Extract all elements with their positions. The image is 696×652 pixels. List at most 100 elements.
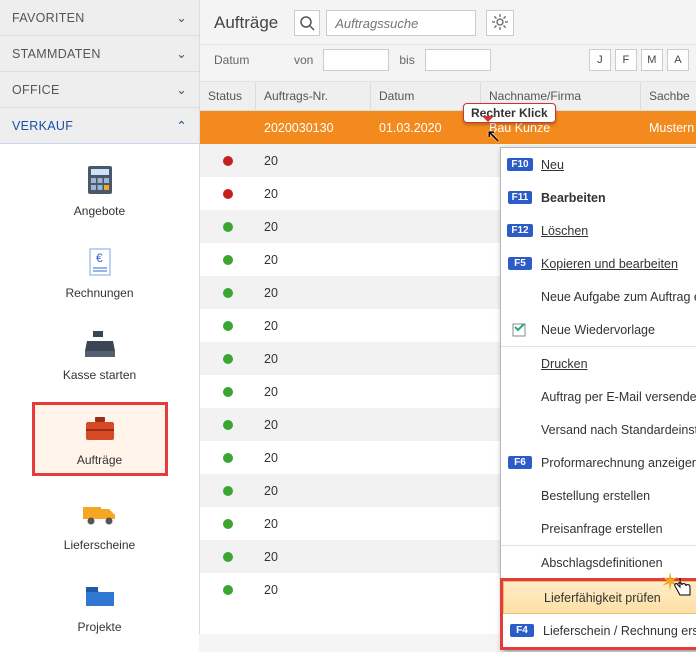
status-dot-icon — [223, 288, 233, 298]
menu-item[interactable]: Lieferfähigkeit prüfen — [503, 581, 696, 614]
menu-item[interactable]: Bestellung erstellen — [501, 479, 696, 512]
invoice-icon: € — [80, 244, 120, 280]
sidebar-section-label: STAMMDATEN — [12, 47, 176, 61]
main-area: Aufträge Datum von bis J F — [200, 0, 696, 634]
menu-item-label: Neue Aufgabe zum Auftrag erstellen — [541, 290, 696, 304]
sidebar-item-lieferscheine[interactable]: Lieferscheine — [40, 490, 160, 558]
sidebar-section-verkauf[interactable]: VERKAUF ⌃ — [0, 108, 199, 144]
reminder-icon — [512, 322, 528, 338]
sidebar-item-projekte[interactable]: Projekte — [40, 572, 160, 640]
sidebar-section-office[interactable]: OFFICE ⌄ — [0, 72, 199, 108]
folder-icon — [80, 578, 120, 614]
calculator-icon — [80, 162, 120, 198]
status-cell — [200, 123, 256, 133]
gear-icon — [492, 14, 508, 33]
menu-item[interactable]: Neue Wiedervorlage — [501, 313, 696, 346]
cell-auftrag: 20 — [256, 484, 371, 498]
fkey-badge: F11 — [508, 191, 533, 204]
sidebar-items: Angebote € Rechnungen Kasse starten Auft… — [0, 144, 199, 652]
sidebar-section-stammdaten[interactable]: STAMMDATEN ⌄ — [0, 36, 199, 72]
menu-icon-slot: F6 — [507, 456, 533, 469]
cell-auftrag: 20 — [256, 583, 371, 597]
sidebar-item-rechnungen[interactable]: € Rechnungen — [40, 238, 160, 306]
date-from-input[interactable] — [323, 49, 389, 71]
settings-button[interactable] — [486, 10, 514, 36]
search-input[interactable] — [326, 10, 476, 36]
menu-item[interactable]: F11BearbeitenF11 — [501, 181, 696, 214]
month-button-m[interactable]: M — [641, 49, 663, 71]
menu-item[interactable]: F12LöschenF12 — [501, 214, 696, 247]
month-button-f[interactable]: F — [615, 49, 637, 71]
menu-item[interactable]: Abschlagsdefinitionen — [501, 546, 696, 579]
col-status[interactable]: Status — [200, 82, 256, 110]
month-buttons: J F M A — [589, 49, 689, 71]
date-label: Datum — [214, 53, 284, 67]
menu-item[interactable]: Preisanfrage erstellen — [501, 512, 696, 545]
menu-item[interactable]: Auftrag per E-Mail versenden — [501, 380, 696, 413]
menu-item-label: Drucken — [541, 357, 696, 371]
menu-item-label: Preisanfrage erstellen — [541, 522, 696, 536]
search-icon[interactable] — [294, 10, 320, 36]
status-cell — [200, 222, 256, 232]
menu-item[interactable]: F5Kopieren und bearbeitenF5 — [501, 247, 696, 280]
menu-icon-slot: F12 — [507, 224, 533, 237]
chevron-down-icon: ⌄ — [176, 10, 187, 25]
status-cell — [200, 486, 256, 496]
menu-item[interactable]: Neue Aufgabe zum Auftrag erstellen — [501, 280, 696, 313]
cell-auftrag: 20 — [256, 451, 371, 465]
sidebar-section-label: VERKAUF — [12, 119, 176, 133]
menu-item-label: Versand nach Standardeinstellung — [541, 423, 696, 437]
status-cell — [200, 585, 256, 595]
sidebar-item-kasse[interactable]: Kasse starten — [40, 320, 160, 388]
cell-auftrag: 20 — [256, 253, 371, 267]
col-sach[interactable]: Sachbe — [641, 82, 696, 110]
cell-sach: Mustern — [641, 121, 696, 135]
topbar: Aufträge — [200, 0, 696, 45]
menu-item[interactable]: F6Proformarechnung anzeigenF6 — [501, 446, 696, 479]
status-dot-icon — [223, 552, 233, 562]
menu-icon-slot: F11 — [507, 191, 533, 204]
sidebar-item-label: Angebote — [74, 204, 125, 218]
status-dot-icon — [223, 420, 233, 430]
sidebar-item-auftraege[interactable]: Aufträge — [32, 402, 168, 476]
status-cell — [200, 420, 256, 430]
cell-auftrag: 20 — [256, 319, 371, 333]
menu-item-label: Lieferfähigkeit prüfen — [544, 591, 696, 605]
fkey-badge: F5 — [508, 257, 532, 270]
status-dot-icon — [223, 585, 233, 595]
sidebar-item-label: Projekte — [77, 620, 121, 634]
status-dot-icon — [223, 486, 233, 496]
date-to-input[interactable] — [425, 49, 491, 71]
status-cell — [200, 453, 256, 463]
menu-item[interactable]: F10NeuF10 — [501, 148, 696, 181]
sidebar-item-angebote[interactable]: Angebote — [40, 156, 160, 224]
menu-item-label: Abschlagsdefinitionen — [541, 556, 696, 570]
menu-item[interactable]: Drucken▶ — [501, 347, 696, 380]
status-dot-icon — [223, 222, 233, 232]
menu-item-label: Proformarechnung anzeigen — [541, 456, 696, 470]
menu-icon-slot: F5 — [507, 257, 533, 270]
status-dot-icon — [223, 255, 233, 265]
cell-auftrag: 20 — [256, 385, 371, 399]
status-cell — [200, 519, 256, 529]
table-row[interactable]: 202003013001.03.2020Bau KunzeMustern — [200, 111, 696, 144]
briefcase-icon — [80, 411, 120, 447]
context-menu: F10NeuF10F11BearbeitenF11F12LöschenF12F5… — [500, 147, 696, 650]
menu-icon-slot — [507, 322, 533, 338]
sidebar-section-favoriten[interactable]: FAVORITEN ⌄ — [0, 0, 199, 36]
col-auftrag[interactable]: Auftrags-Nr. — [256, 82, 371, 110]
menu-item[interactable]: F4Lieferschein / Rechnung erstellenF4 — [503, 614, 696, 647]
truck-icon — [80, 496, 120, 532]
cell-auftrag: 20 — [256, 352, 371, 366]
status-dot-icon — [223, 321, 233, 331]
month-button-a[interactable]: A — [667, 49, 689, 71]
sidebar-item-label: Rechnungen — [65, 286, 133, 300]
sidebar-section-label: OFFICE — [12, 83, 176, 97]
menu-item-label: Löschen — [541, 224, 696, 238]
cell-auftrag: 20 — [256, 187, 371, 201]
cell-auftrag: 20 — [256, 154, 371, 168]
fkey-badge: F4 — [510, 624, 534, 637]
month-button-j[interactable]: J — [589, 49, 611, 71]
sidebar-section-label: FAVORITEN — [12, 11, 176, 25]
menu-item[interactable]: Versand nach Standardeinstellung — [501, 413, 696, 446]
